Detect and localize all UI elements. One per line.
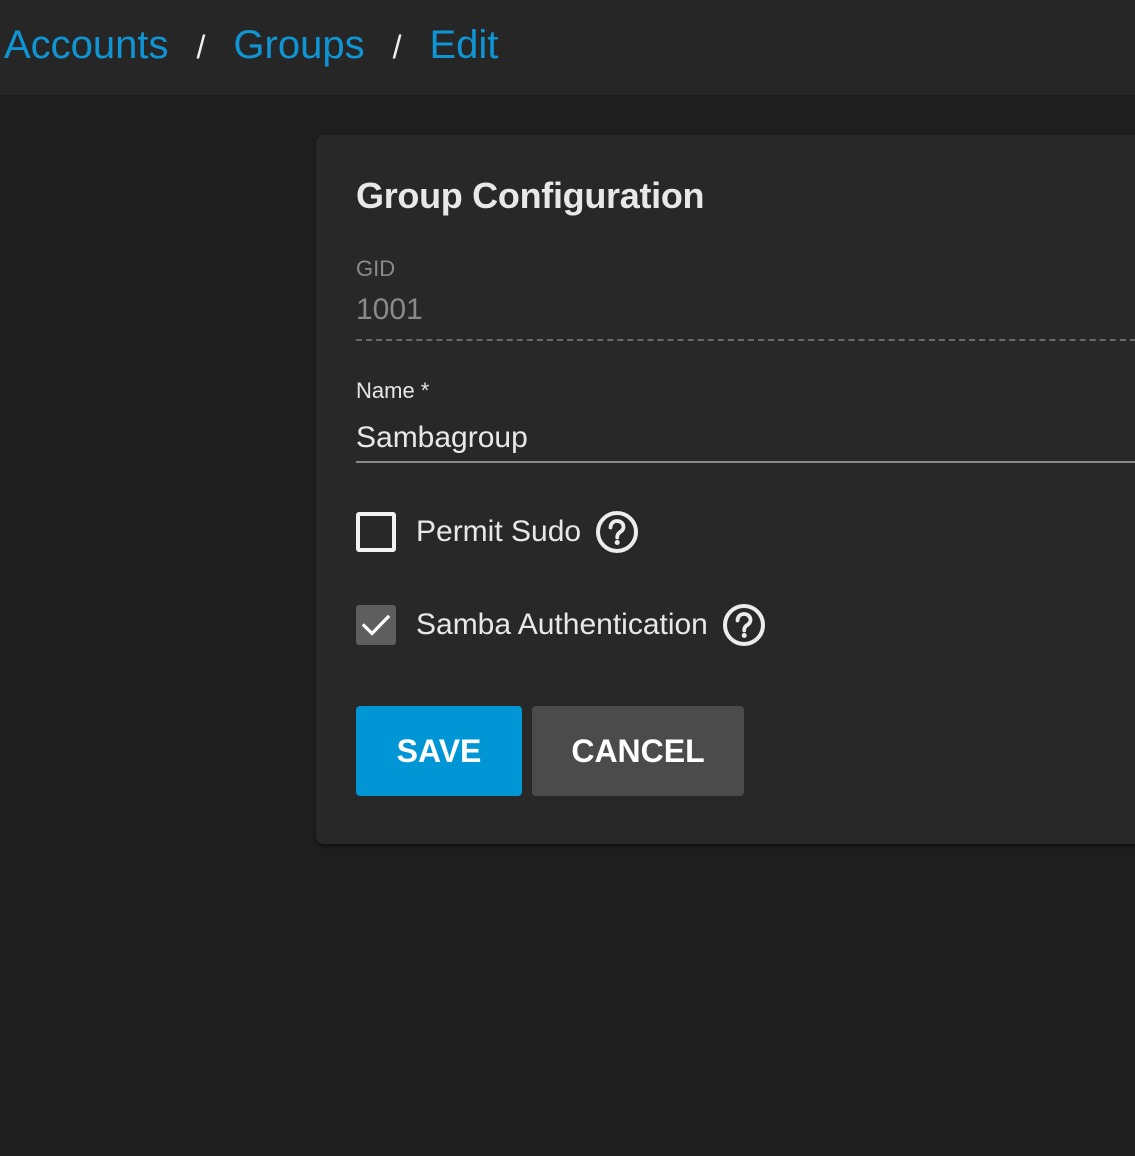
permit-sudo-row: Permit Sudo — [356, 510, 639, 554]
samba-authentication-row: Samba Authentication — [356, 603, 766, 647]
name-label: Name * — [356, 378, 430, 403]
help-circle-icon[interactable] — [722, 603, 766, 647]
cancel-button[interactable]: CANCEL — [532, 706, 744, 796]
gid-underline — [356, 339, 1135, 341]
card-title: Group Configuration — [356, 175, 705, 216]
gid-label: GID — [356, 256, 396, 281]
top-bar: Accounts / Groups / Edit — [0, 0, 1135, 95]
samba-authentication-checkbox[interactable] — [356, 605, 396, 645]
breadcrumb-separator: / — [392, 29, 402, 65]
breadcrumb-separator: / — [196, 29, 206, 65]
permit-sudo-label[interactable]: Permit Sudo — [416, 515, 581, 549]
breadcrumb-groups[interactable]: Groups — [233, 22, 364, 68]
name-input[interactable] — [356, 415, 1135, 461]
breadcrumb-edit[interactable]: Edit — [429, 22, 498, 68]
gid-field: 1001 — [356, 293, 423, 326]
group-configuration-card: Group Configuration GID 1001 Name * Perm… — [316, 135, 1135, 844]
breadcrumb: Accounts / Groups / Edit — [4, 22, 498, 68]
breadcrumb-accounts[interactable]: Accounts — [4, 22, 169, 68]
samba-authentication-label[interactable]: Samba Authentication — [416, 608, 708, 642]
name-underline — [356, 461, 1135, 463]
permit-sudo-checkbox[interactable] — [356, 512, 396, 552]
save-button[interactable]: SAVE — [356, 706, 522, 796]
checkmark-icon — [361, 614, 391, 636]
help-circle-icon[interactable] — [595, 510, 639, 554]
